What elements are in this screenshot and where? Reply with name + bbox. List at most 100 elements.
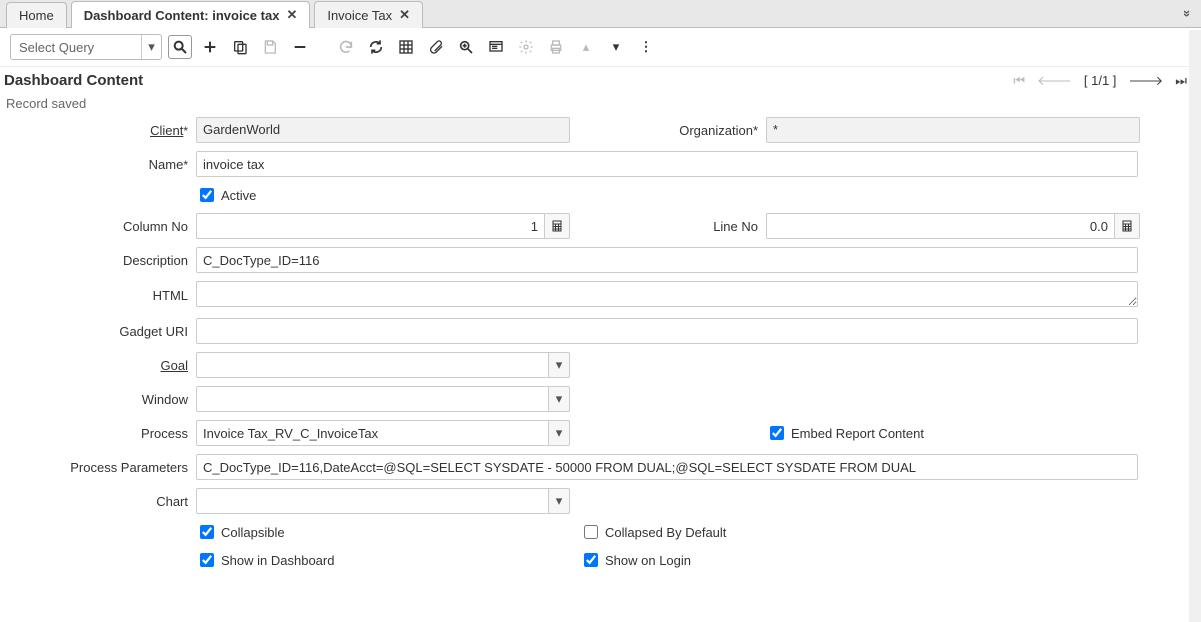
vertical-scrollbar[interactable] bbox=[1189, 30, 1201, 622]
page-indicator: [ 1/1 ] bbox=[1084, 73, 1117, 88]
undo-button bbox=[334, 35, 358, 59]
organization-field: * bbox=[766, 117, 1140, 143]
delete-button[interactable] bbox=[288, 35, 312, 59]
show-dashboard-checkbox[interactable] bbox=[200, 553, 214, 567]
print-button bbox=[544, 35, 568, 59]
chart-combo-input[interactable] bbox=[196, 488, 548, 514]
gear-icon bbox=[518, 39, 534, 55]
tab-label: Dashboard Content: invoice tax bbox=[84, 8, 280, 23]
copy-button[interactable] bbox=[228, 35, 252, 59]
grid-toggle-button[interactable] bbox=[394, 35, 418, 59]
process-button bbox=[514, 35, 538, 59]
search-icon bbox=[172, 39, 188, 55]
window-combo-input[interactable] bbox=[196, 386, 548, 412]
header-row: Dashboard Content ⏮ 🡐 [ 1/1 ] 🡒 ⏭ bbox=[0, 67, 1201, 94]
process-parameters-input[interactable] bbox=[196, 454, 1138, 480]
column-no-label: Column No bbox=[10, 219, 196, 234]
tab-dashboard-content[interactable]: Dashboard Content: invoice tax ✕ bbox=[71, 1, 311, 28]
query-selector[interactable]: Select Query ▾ bbox=[10, 34, 162, 60]
record-navigator: ⏮ 🡐 [ 1/1 ] 🡒 ⏭ bbox=[1013, 73, 1187, 89]
caret-up-icon: ▴ bbox=[583, 39, 590, 55]
organization-label[interactable]: Organization bbox=[679, 123, 753, 138]
close-icon[interactable]: ✕ bbox=[286, 7, 297, 23]
zoom-button[interactable] bbox=[454, 35, 478, 59]
active-label: Active bbox=[221, 188, 256, 203]
refresh-icon bbox=[368, 39, 384, 55]
paperclip-icon bbox=[428, 39, 444, 55]
description-input[interactable] bbox=[196, 247, 1138, 273]
minus-icon bbox=[292, 39, 308, 55]
new-button[interactable] bbox=[198, 35, 222, 59]
tab-invoice-tax[interactable]: Invoice Tax ✕ bbox=[314, 1, 423, 28]
save-icon bbox=[262, 39, 278, 55]
column-no-input[interactable] bbox=[196, 213, 544, 239]
toolbar: Select Query ▾ ▴ ▾ ⋮ bbox=[0, 28, 1201, 67]
undo-icon bbox=[338, 39, 354, 55]
line-no-input[interactable] bbox=[766, 213, 1114, 239]
description-label: Description bbox=[10, 253, 196, 268]
calculator-button[interactable] bbox=[544, 213, 570, 239]
search-button[interactable] bbox=[168, 35, 192, 59]
goal-combo-input[interactable] bbox=[196, 352, 548, 378]
process-parameters-label: Process Parameters bbox=[10, 460, 196, 475]
plus-icon bbox=[202, 39, 218, 55]
tab-label: Home bbox=[19, 8, 54, 23]
goal-label[interactable]: Goal bbox=[161, 358, 188, 373]
print-icon bbox=[548, 39, 564, 55]
show-login-label: Show on Login bbox=[605, 553, 691, 568]
name-input[interactable] bbox=[196, 151, 1138, 177]
process-combo-input[interactable] bbox=[196, 420, 548, 446]
query-selector-text: Select Query bbox=[11, 40, 141, 55]
report-button[interactable] bbox=[484, 35, 508, 59]
show-dashboard-label: Show in Dashboard bbox=[221, 553, 334, 568]
first-record-icon: ⏮ bbox=[1013, 73, 1025, 89]
calculator-icon bbox=[551, 220, 563, 232]
calculator-button[interactable] bbox=[1114, 213, 1140, 239]
line-no-label: Line No bbox=[570, 219, 766, 234]
close-icon[interactable]: ✕ bbox=[399, 7, 410, 23]
save-button bbox=[258, 35, 282, 59]
form-area: Client* GardenWorld Organization* * Name… bbox=[0, 117, 1201, 570]
show-login-checkbox[interactable] bbox=[584, 553, 598, 567]
client-label[interactable]: Client bbox=[150, 123, 183, 138]
page-title: Dashboard Content bbox=[4, 72, 143, 89]
embed-report-label: Embed Report Content bbox=[791, 426, 924, 441]
next-record-icon[interactable]: 🡒 bbox=[1128, 73, 1163, 89]
process-label: Process bbox=[10, 426, 196, 441]
caret-down-icon: ▾ bbox=[613, 39, 620, 55]
calculator-icon bbox=[1121, 220, 1133, 232]
window-tabs: Home Dashboard Content: invoice tax ✕ In… bbox=[0, 0, 1201, 28]
name-label: Name bbox=[149, 157, 184, 172]
child-record-button[interactable]: ▾ bbox=[604, 35, 628, 59]
chart-label: Chart bbox=[10, 494, 196, 509]
more-button[interactable]: ⋮ bbox=[634, 35, 658, 59]
html-label: HTML bbox=[10, 288, 196, 303]
collapsed-label: Collapsed By Default bbox=[605, 525, 726, 540]
chevron-down-icon[interactable]: ▾ bbox=[548, 352, 570, 378]
chevron-down-icon[interactable]: ▾ bbox=[548, 420, 570, 446]
last-record-icon[interactable]: ⏭ bbox=[1175, 73, 1187, 89]
refresh-button[interactable] bbox=[364, 35, 388, 59]
copy-icon bbox=[232, 39, 248, 55]
html-textarea[interactable] bbox=[196, 281, 1138, 307]
parent-record-button: ▴ bbox=[574, 35, 598, 59]
zoom-icon bbox=[458, 39, 474, 55]
kebab-icon: ⋮ bbox=[640, 39, 653, 55]
status-text: Record saved bbox=[0, 94, 1201, 117]
gadget-uri-label: Gadget URI bbox=[10, 324, 196, 339]
collapsed-checkbox[interactable] bbox=[584, 525, 598, 539]
gadget-uri-input[interactable] bbox=[196, 318, 1138, 344]
tab-home[interactable]: Home bbox=[6, 2, 67, 28]
collapse-panel-icon[interactable]: » bbox=[1180, 10, 1195, 17]
grid-icon bbox=[398, 39, 414, 55]
chevron-down-icon[interactable]: ▾ bbox=[548, 488, 570, 514]
chevron-down-icon[interactable]: ▾ bbox=[141, 35, 161, 59]
client-field: GardenWorld bbox=[196, 117, 570, 143]
embed-report-checkbox[interactable] bbox=[770, 426, 784, 440]
chevron-down-icon[interactable]: ▾ bbox=[548, 386, 570, 412]
collapsible-checkbox[interactable] bbox=[200, 525, 214, 539]
prev-record-icon: 🡐 bbox=[1037, 73, 1072, 89]
attachment-button[interactable] bbox=[424, 35, 448, 59]
tab-label: Invoice Tax bbox=[327, 8, 392, 23]
active-checkbox[interactable] bbox=[200, 188, 214, 202]
